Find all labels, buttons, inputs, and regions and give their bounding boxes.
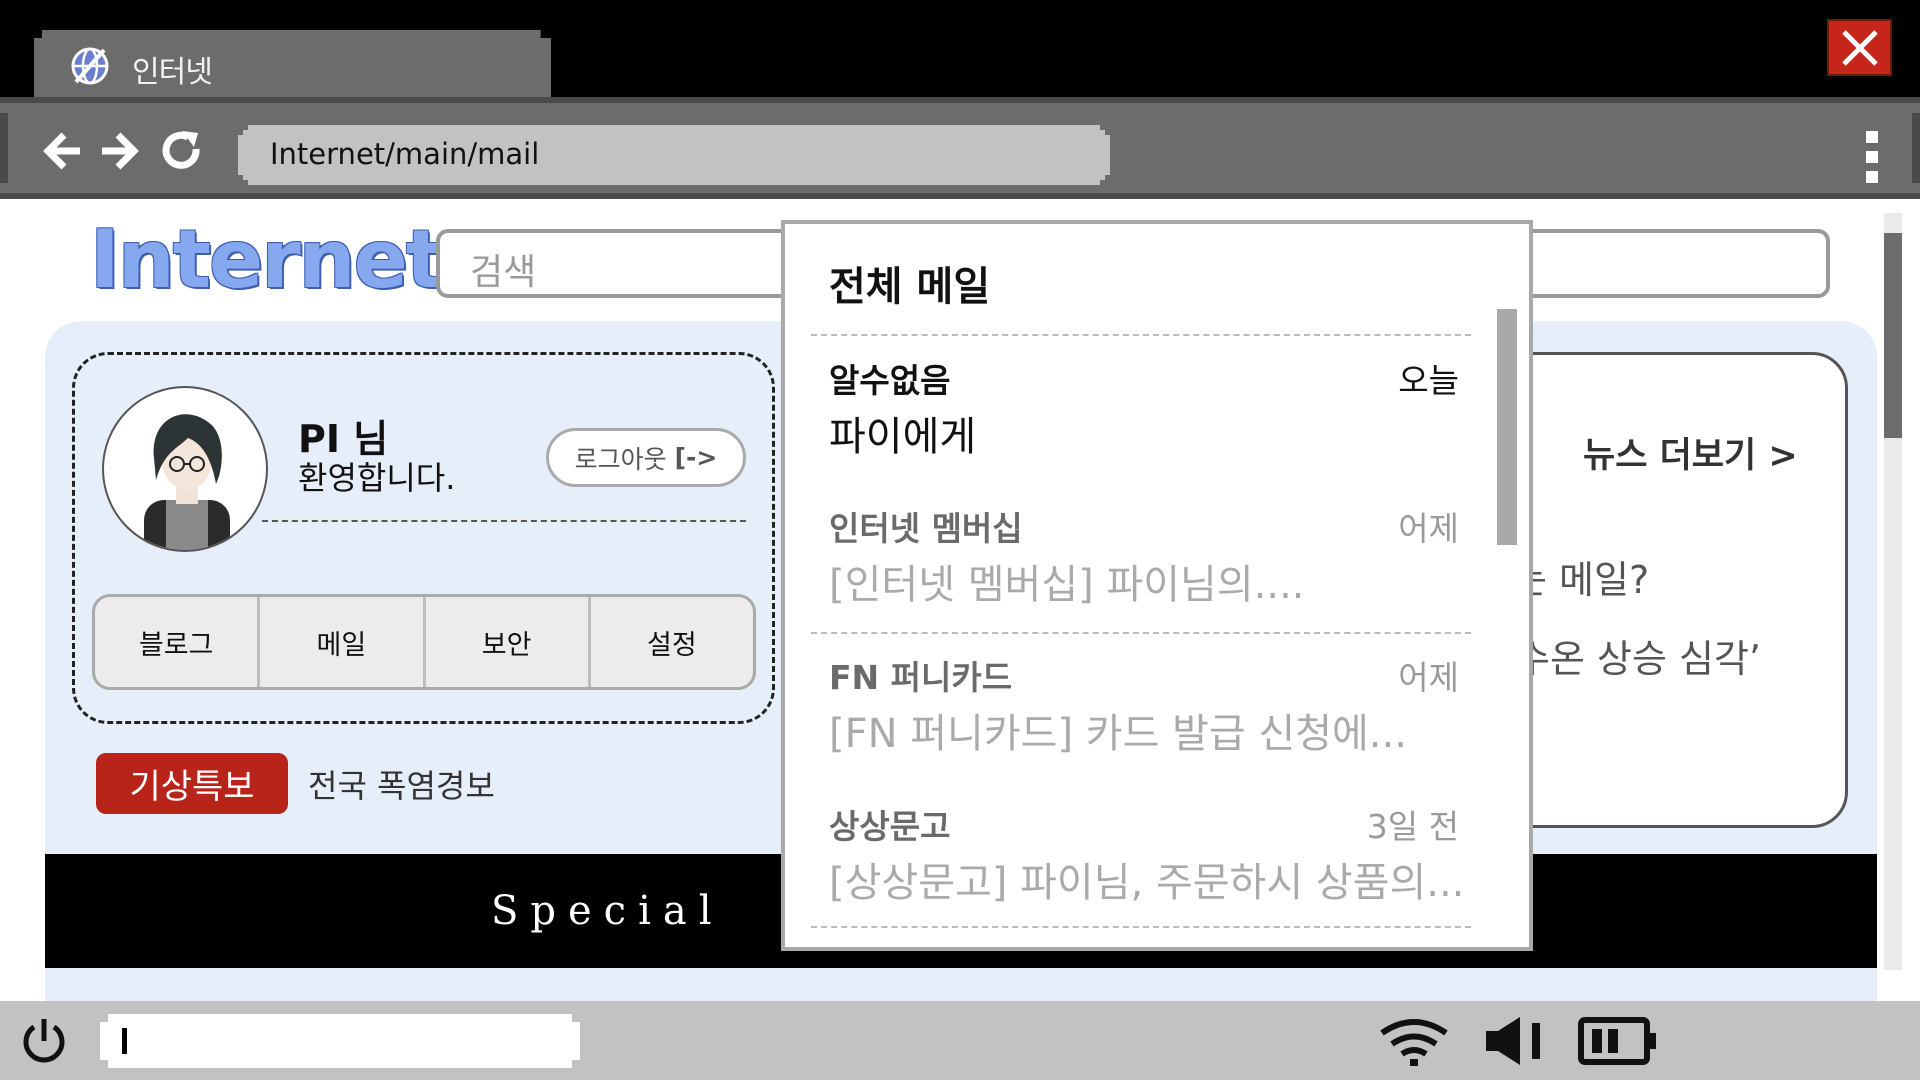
mail-date: 어제 <box>1398 509 1459 548</box>
address-bar[interactable]: Internet/main/mail <box>238 125 1110 185</box>
profile-divider <box>262 520 746 522</box>
mail-date: 3일 전 <box>1366 807 1459 846</box>
welcome-text: 환영합니다. <box>298 459 456 497</box>
page-scrollbar[interactable] <box>1884 213 1902 970</box>
search-placeholder: 검색 <box>470 252 537 293</box>
mail-item[interactable]: 상상문고 3일 전 [상상문고] 파이님, 주문하시 상품의... <box>829 800 1464 930</box>
forward-arrow-icon[interactable] <box>96 127 144 175</box>
tab-title: 인터넷 <box>132 55 213 90</box>
mail-sender: 인터넷 멤버십 <box>829 509 1023 548</box>
special-label: Special <box>491 888 724 934</box>
mail-subject: [상상문고] 파이님, 주문하시 상품의... <box>829 860 1465 906</box>
site-logo[interactable]: Internet <box>90 213 444 306</box>
nav-edge-right <box>1912 113 1920 183</box>
navigation-bar: Internet/main/mail <box>0 97 1920 199</box>
text-caret <box>122 1028 127 1054</box>
browser-tab[interactable]: 인터넷 <box>34 30 551 97</box>
wifi-icon[interactable] <box>1378 1017 1450 1067</box>
quick-menu-settings[interactable]: 설정 <box>591 597 753 687</box>
quick-menu: 블로그 메일 보안 설정 <box>92 594 756 690</box>
mail-dropdown-title: 전체 메일 <box>829 264 991 310</box>
title-bar: 인터넷 <box>0 0 1920 97</box>
mail-divider <box>811 926 1471 928</box>
weather-alert-text[interactable]: 전국 폭염경보 <box>308 761 495 807</box>
close-icon <box>1841 29 1878 66</box>
mail-subject: [인터넷 멤버십] 파이님의.... <box>829 562 1305 608</box>
battery-icon[interactable] <box>1578 1017 1658 1065</box>
mail-sender: 알수없음 <box>829 361 951 400</box>
weather-alert-badge[interactable]: 기상특보 <box>96 753 288 814</box>
logout-button[interactable]: 로그아웃 [-> <box>546 428 746 487</box>
back-arrow-icon[interactable] <box>38 127 86 175</box>
avatar-illustration <box>144 414 230 550</box>
logout-label: 로그아웃 <box>574 444 667 474</box>
mail-item[interactable]: FN 퍼니카드 어제 [FN 퍼니카드] 카드 발급 신청에... <box>829 651 1459 781</box>
volume-icon[interactable] <box>1484 1015 1548 1067</box>
mail-sender: FN 퍼니카드 <box>829 658 1013 697</box>
mail-dropdown: 전체 메일 알수없음 오늘 파이에게 인터넷 멤버십 어제 [인터넷 멤버십] … <box>781 220 1533 951</box>
mail-scroll-thumb[interactable] <box>1497 309 1517 545</box>
nav-edge-left <box>0 113 8 183</box>
mail-divider <box>811 334 1471 336</box>
mail-subject: 파이에게 <box>829 414 977 460</box>
close-button[interactable] <box>1827 19 1892 76</box>
news-headline[interactable]: 수온 상승 심각’ <box>1515 628 1761 683</box>
power-icon[interactable] <box>18 1015 70 1067</box>
reload-icon[interactable] <box>158 127 206 175</box>
quick-menu-blog[interactable]: 블로그 <box>95 597 261 687</box>
page-bottom-panel <box>45 968 1877 1001</box>
mail-sender: 상상문고 <box>829 807 951 846</box>
news-more-link[interactable]: 뉴스 더보기 > <box>1583 427 1798 478</box>
taskbar-input[interactable] <box>100 1014 580 1068</box>
mail-date: 오늘 <box>1398 361 1459 400</box>
quick-menu-security[interactable]: 보안 <box>426 597 591 687</box>
mail-item[interactable]: 인터넷 멤버십 어제 [인터넷 멤버십] 파이님의.... <box>829 502 1459 632</box>
avatar <box>102 386 268 552</box>
mail-date: 어제 <box>1398 658 1459 697</box>
taskbar <box>0 1001 1920 1080</box>
mail-divider <box>811 632 1471 634</box>
page-scroll-thumb[interactable] <box>1884 233 1902 438</box>
more-vertical-icon[interactable] <box>1866 131 1880 183</box>
quick-menu-mail[interactable]: 메일 <box>260 597 426 687</box>
address-text: Internet/main/mail <box>270 137 540 171</box>
mail-subject: [FN 퍼니카드] 카드 발급 신청에... <box>829 711 1407 757</box>
globe-icon <box>71 47 109 85</box>
logout-icon: [-> <box>674 443 718 472</box>
mail-item[interactable]: 알수없음 오늘 파이에게 <box>829 354 1459 484</box>
